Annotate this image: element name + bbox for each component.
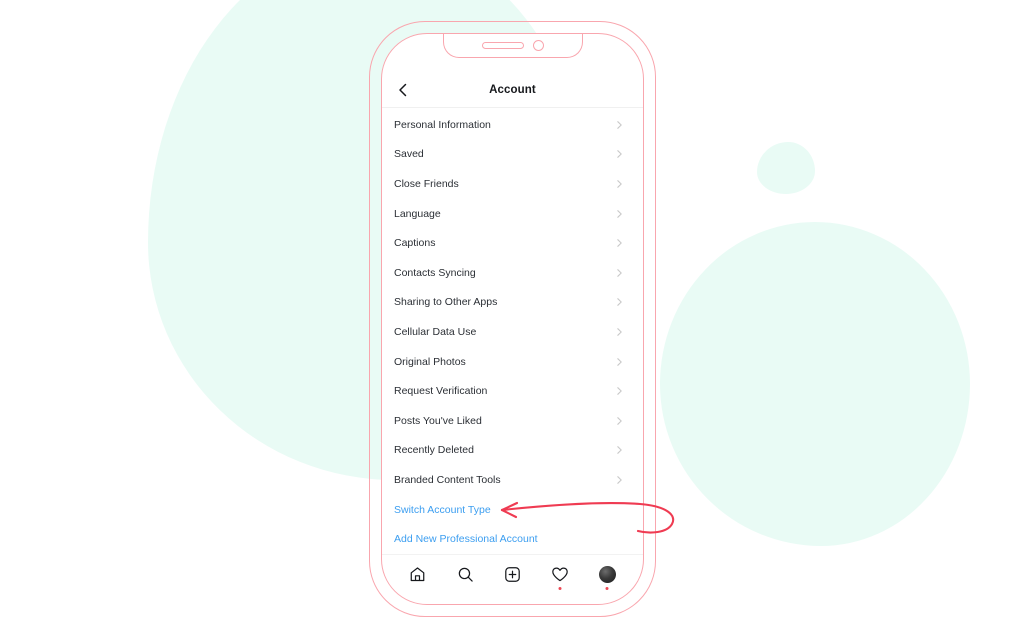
menu-item-label: Contacts Syncing (394, 266, 476, 279)
chevron-right-icon (615, 357, 624, 366)
profile-avatar-icon (598, 565, 616, 583)
menu-item-branded-content-tools[interactable]: Branded Content Tools (382, 465, 643, 495)
nav-profile-button[interactable] (594, 561, 620, 591)
chevron-right-icon (615, 387, 624, 396)
menu-item-original-photos[interactable]: Original Photos (382, 347, 643, 377)
app-header: Account (382, 72, 643, 108)
menu-item-sharing-to-other-apps[interactable]: Sharing to Other Apps (382, 288, 643, 318)
menu-item-label: Captions (394, 237, 436, 250)
menu-item-personal-information[interactable]: Personal Information (382, 110, 643, 140)
front-camera-icon (532, 39, 544, 51)
chevron-right-icon (615, 268, 624, 277)
nav-home-button[interactable] (405, 561, 431, 587)
account-settings-list: Personal Information Saved Close Friends (382, 108, 643, 554)
chevron-right-icon (615, 416, 624, 425)
menu-item-recently-deleted[interactable]: Recently Deleted (382, 436, 643, 466)
page-title: Account (489, 83, 536, 96)
add-post-icon (504, 566, 521, 583)
search-icon (457, 566, 474, 583)
menu-item-close-friends[interactable]: Close Friends (382, 169, 643, 199)
menu-item-language[interactable]: Language (382, 199, 643, 229)
menu-item-label: Original Photos (394, 355, 466, 368)
menu-item-captions[interactable]: Captions (382, 228, 643, 258)
menu-item-saved[interactable]: Saved (382, 140, 643, 170)
heart-icon (551, 566, 569, 583)
menu-item-cellular-data-use[interactable]: Cellular Data Use (382, 317, 643, 347)
speaker-slot-icon (481, 41, 524, 49)
menu-item-label: Close Friends (394, 177, 459, 190)
menu-item-add-new-professional-account[interactable]: Add New Professional Account (382, 524, 643, 554)
chevron-right-icon (615, 120, 624, 129)
menu-item-label: Branded Content Tools (394, 473, 501, 486)
chevron-right-icon (615, 298, 624, 307)
menu-item-label: Recently Deleted (394, 444, 474, 457)
home-icon (409, 566, 426, 583)
background-blob-right-large (660, 222, 970, 546)
menu-item-label: Saved (394, 148, 424, 161)
menu-item-label: Cellular Data Use (394, 325, 477, 338)
chevron-right-icon (615, 446, 624, 455)
chevron-right-icon (615, 475, 624, 484)
menu-item-label: Sharing to Other Apps (394, 296, 498, 309)
profile-notification-badge (605, 587, 609, 591)
nav-add-post-button[interactable] (499, 561, 525, 587)
phone-notch (442, 34, 583, 58)
chevron-right-icon (615, 239, 624, 248)
bottom-navigation-bar (382, 553, 643, 594)
chevron-right-icon (615, 209, 624, 218)
nav-activity-button[interactable] (547, 561, 573, 591)
menu-item-label: Posts You've Liked (394, 414, 482, 427)
menu-item-label: Switch Account Type (394, 503, 491, 516)
chevron-left-icon[interactable] (395, 82, 411, 98)
background-blob-right-small (757, 142, 815, 194)
chevron-right-icon (615, 150, 624, 159)
app-screen: Account Personal Information Saved Close… (382, 34, 643, 604)
menu-item-label: Request Verification (394, 385, 488, 398)
phone-screen-frame: Account Personal Information Saved Close… (381, 33, 644, 605)
menu-item-switch-account-type[interactable]: Switch Account Type (382, 495, 643, 525)
chevron-right-icon (615, 327, 624, 336)
activity-notification-badge (558, 587, 562, 591)
chevron-right-icon (615, 179, 624, 188)
menu-item-label: Add New Professional Account (394, 533, 538, 546)
nav-search-button[interactable] (452, 561, 478, 587)
menu-item-posts-youve-liked[interactable]: Posts You've Liked (382, 406, 643, 436)
screenshot-canvas: Account Personal Information Saved Close… (0, 0, 1024, 640)
menu-item-label: Personal Information (394, 118, 491, 131)
menu-item-contacts-syncing[interactable]: Contacts Syncing (382, 258, 643, 288)
menu-item-label: Language (394, 207, 441, 220)
menu-item-request-verification[interactable]: Request Verification (382, 376, 643, 406)
